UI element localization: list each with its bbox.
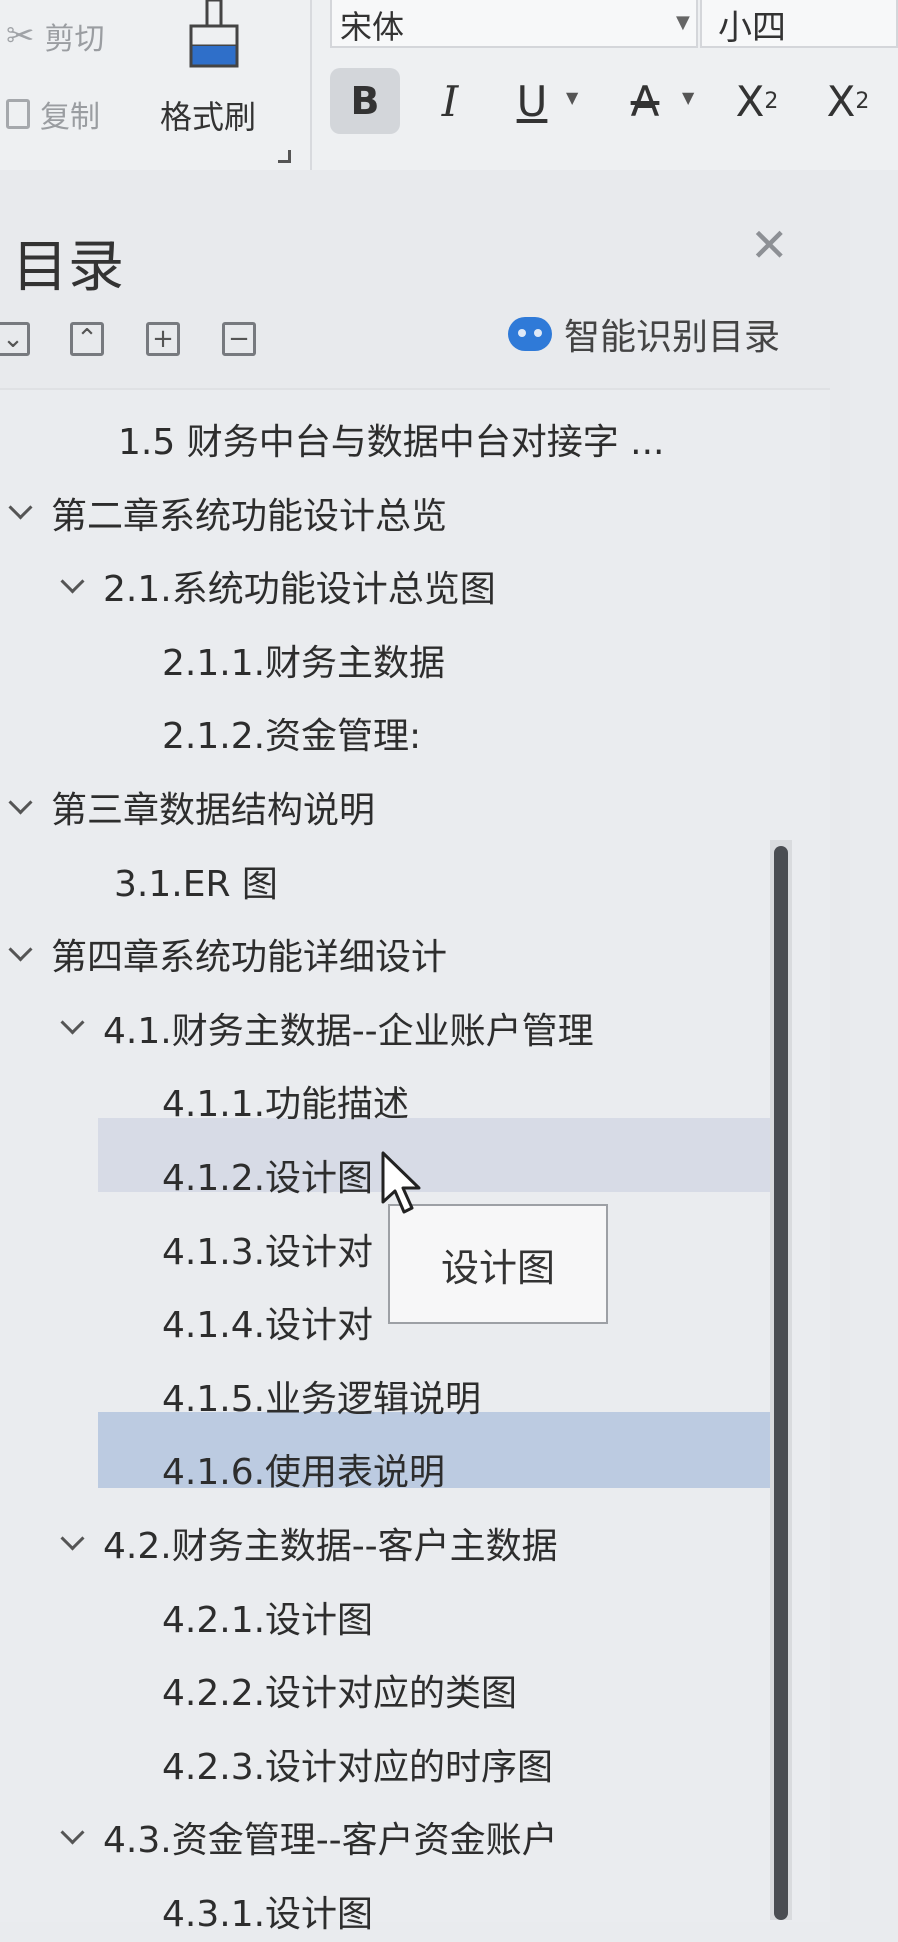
chevron-down-icon[interactable]: [8, 937, 33, 962]
toc-item[interactable]: 第四章系统功能详细设计: [8, 923, 792, 985]
toc-item[interactable]: 4.2.财务主数据--客户主数据: [60, 1512, 844, 1574]
copy-icon: [6, 99, 30, 129]
toc-item[interactable]: 2.1.2.资金管理:: [162, 702, 898, 764]
smart-recognize-icon: [508, 317, 552, 351]
copy-label: 复制: [40, 100, 100, 135]
bold-button[interactable]: B: [330, 68, 400, 134]
toc-item-label: 1.5 财务中台与数据中台对接字 ...: [118, 422, 665, 463]
cut-button[interactable]: ✂ 剪切: [6, 14, 105, 58]
expand-all-icon[interactable]: +: [146, 322, 180, 356]
toc-item-label: 4.1.4.设计对: [162, 1305, 374, 1347]
chevron-down-icon[interactable]: [60, 1820, 85, 1845]
toc-item[interactable]: 4.1.财务主数据--企业账户管理: [60, 997, 844, 1059]
toc-item-label: 4.2.2.设计对应的类图: [162, 1673, 518, 1715]
toc-item-label: 4.1.5.业务逻辑说明: [162, 1378, 482, 1420]
smart-recognize-label: 智能识别目录: [564, 317, 781, 358]
toc-item[interactable]: 第二章系统功能设计总览: [8, 482, 792, 544]
toc-item-label: 4.1.1.功能描述: [162, 1084, 410, 1126]
superscript-button[interactable]: X2: [722, 68, 792, 134]
toc-item-label: 4.2.1.设计图: [162, 1599, 374, 1641]
strikethrough-button[interactable]: A: [610, 68, 680, 134]
toolbar-divider: [310, 0, 312, 170]
strikethrough-dropdown-icon[interactable]: ▼: [682, 88, 694, 107]
font-dropdown-arrow-icon[interactable]: ▼: [676, 12, 690, 33]
chevron-down-icon[interactable]: [8, 495, 33, 520]
clipboard-dialog-launcher[interactable]: [278, 150, 291, 163]
collapse-down-icon[interactable]: ⌄: [0, 322, 30, 356]
ribbon-toolbar: ✂ 剪切 复制 格式刷 宋体 ▼ 小四 B I U ▼ A ▼ X2 X2: [0, 0, 898, 170]
toc-item-label: 3.1.ER 图: [114, 863, 278, 905]
toc-item[interactable]: 1.5 财务中台与数据中台对接字 ...: [118, 408, 898, 470]
toc-item-label: 4.3.1.设计图: [162, 1894, 374, 1935]
collapse-up-icon[interactable]: ⌃: [70, 322, 104, 356]
toc-item-label: 2.1.系统功能设计总览图: [103, 569, 496, 611]
tooltip: 设计图: [388, 1204, 608, 1324]
chevron-down-icon[interactable]: [60, 1010, 85, 1035]
toc-item-label: 4.1.6.使用表说明: [162, 1452, 446, 1494]
underline-button[interactable]: U: [502, 68, 562, 134]
toc-item[interactable]: 第三章数据结构说明: [8, 776, 792, 838]
chevron-down-icon[interactable]: [60, 1525, 85, 1551]
toc-item-label: 2.1.1.财务主数据: [162, 642, 446, 684]
toc-item[interactable]: 4.3.资金管理--客户资金账户: [60, 1806, 844, 1868]
toc-item-label: 第四章系统功能详细设计: [51, 937, 448, 979]
italic-button[interactable]: I: [428, 68, 472, 134]
collapse-all-icon[interactable]: −: [222, 322, 256, 356]
cut-label: 剪切: [44, 22, 105, 57]
format-painter-label[interactable]: 格式刷: [160, 92, 256, 138]
toc-item-label: 4.1.财务主数据--企业账户管理: [103, 1010, 594, 1052]
toc-item-label: 4.2.财务主数据--客户主数据: [103, 1526, 558, 1567]
toc-item-label: 2.1.2.资金管理:: [162, 716, 422, 758]
toc-item-label: 4.1.3.设计对: [162, 1231, 374, 1273]
toc-item-label: 第三章数据结构说明: [51, 790, 376, 831]
smart-recognize-toc-button[interactable]: 智能识别目录: [508, 308, 780, 360]
toc-item[interactable]: 2.1.1.财务主数据: [162, 629, 898, 691]
close-icon[interactable]: ✕: [750, 218, 789, 272]
toc-item[interactable]: 2.1.系统功能设计总览图: [60, 555, 844, 617]
panel-title: 目录: [12, 235, 124, 300]
format-painter-icon[interactable]: [185, 0, 255, 70]
font-name-value: 宋体: [340, 8, 405, 46]
chevron-down-icon[interactable]: [60, 569, 85, 594]
toc-item-label: 4.2.3.设计对应的时序图: [162, 1746, 554, 1788]
copy-button[interactable]: 复制: [6, 92, 100, 136]
underline-dropdown-icon[interactable]: ▼: [566, 88, 578, 107]
scissors-icon: ✂: [6, 16, 35, 56]
chevron-down-icon[interactable]: [8, 789, 33, 815]
subscript-button[interactable]: X2: [808, 68, 888, 134]
toc-item-label: 4.3.资金管理--客户资金账户: [103, 1820, 558, 1862]
toc-item-label: 第二章系统功能设计总览: [51, 495, 448, 537]
scrollbar-thumb[interactable]: [774, 846, 788, 1920]
font-size-value: 小四: [718, 8, 786, 48]
mouse-cursor-icon: [381, 1151, 421, 1214]
toc-item-label: 4.1.2.设计图: [162, 1158, 374, 1199]
